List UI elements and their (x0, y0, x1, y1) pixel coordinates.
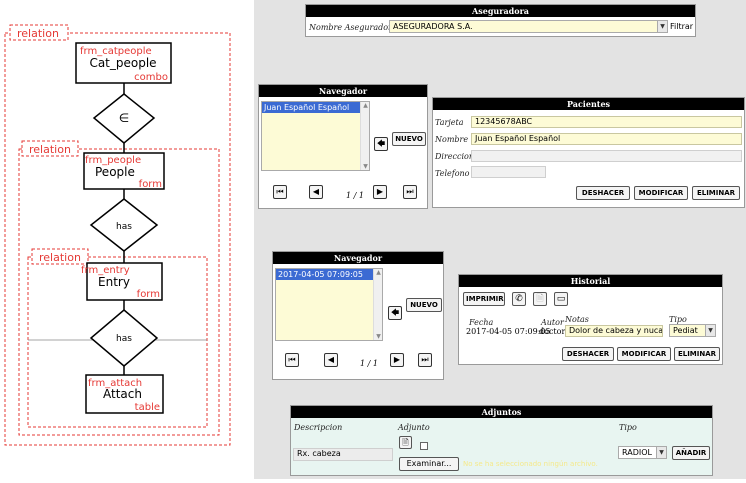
list-scrollbar[interactable]: ▲ ▼ (373, 269, 382, 340)
list-item[interactable]: 2017-04-05 07:09:05 (276, 269, 382, 280)
prev-page-button[interactable]: ◀ (309, 185, 323, 199)
modificar-button[interactable]: MODIFICAR (617, 347, 671, 361)
navegador-list-1[interactable]: Juan Español Español ▲ ▼ (261, 101, 370, 171)
select-arrow-button[interactable]: 🡄 (374, 137, 388, 151)
entity-kind-people: form (139, 179, 162, 190)
nombre-field[interactable]: Juan Español Español (471, 133, 742, 145)
relation-label-2: relation (29, 143, 71, 156)
anadir-button[interactable]: AÑADIR (672, 446, 710, 460)
entity-kind-entry: form (137, 289, 160, 300)
next-page-button[interactable]: ▶ (373, 185, 387, 199)
tipo-select[interactable]: Pediat ▼ (669, 324, 716, 337)
first-page-button[interactable]: ⏮ (285, 353, 299, 367)
autor-header: Autor (541, 318, 564, 327)
navegador-title-2: Navegador (273, 252, 443, 264)
select-arrow-button[interactable]: 🡄 (388, 306, 402, 320)
last-page-button[interactable]: ⏭ (403, 185, 417, 199)
aseguradora-label: Nombre Aseguradora (309, 23, 397, 32)
adjunto-header: Adjunto (398, 423, 430, 432)
nuevo-button-1[interactable]: NUEVO (392, 132, 426, 146)
tarjeta-field[interactable]: 12345678ABC (471, 116, 742, 128)
pager-text-2: 1 / 1 (360, 359, 378, 368)
phone-icon[interactable]: ✆ (512, 292, 526, 306)
tipo-header: Tipo (669, 315, 687, 324)
modificar-button[interactable]: MODIFICAR (634, 186, 688, 200)
entity-name-entry: Entry (98, 275, 130, 289)
pacientes-panel: Pacientes Tarjeta 12345678ABC Nombre Jua… (432, 97, 745, 208)
document-icon[interactable]: 🗎 (399, 436, 412, 449)
document-icon[interactable]: 🗎 (533, 292, 547, 306)
fecha-header: Fecha (469, 318, 494, 327)
eliminar-button[interactable]: ELIMINAR (674, 347, 720, 361)
adjunto-tipo-value: RADIOL (622, 448, 652, 457)
deshacer-button[interactable]: DESHACER (562, 347, 614, 361)
scroll-up-icon[interactable]: ▲ (361, 102, 369, 109)
chevron-down-icon: ▼ (657, 21, 667, 32)
scroll-up-icon[interactable]: ▲ (374, 269, 382, 276)
aseguradora-select[interactable]: ASEGURADORA S.A. ▼ (389, 20, 668, 33)
chevron-down-icon: ▼ (705, 325, 715, 336)
scroll-down-icon[interactable]: ▼ (361, 163, 369, 170)
nombre-label: Nombre (435, 135, 469, 144)
direccion-label: Direccion (435, 152, 475, 161)
no-file-label: No se ha seleccionado ningún archivo. (463, 460, 598, 468)
entity-name-cat-people: Cat_people (89, 56, 156, 70)
entity-name-attach: Attach (103, 387, 142, 401)
tipo-header: Tipo (619, 423, 637, 432)
list-item[interactable]: Juan Español Español (262, 102, 369, 113)
aseguradora-panel: Aseguradora Nombre Aseguradora ASEGURADO… (305, 4, 696, 37)
navegador-panel-1: Navegador Juan Español Español ▲ ▼ 🡄 NUEV… (258, 84, 428, 209)
app-workspace: Aseguradora Nombre Aseguradora ASEGURADO… (254, 0, 746, 479)
telefono-field[interactable] (471, 166, 546, 178)
deshacer-button[interactable]: DESHACER (576, 186, 630, 200)
tipo-select-value: Pediat (673, 326, 698, 335)
historial-title: Historial (459, 275, 722, 287)
imprimir-button[interactable]: IMPRIMIR (463, 292, 505, 306)
navegador-panel-2: Navegador 2017-04-05 07:09:05 ▲ ▼ 🡄 NUEVO… (272, 251, 444, 380)
aseguradora-select-value: ASEGURADORA S.A. (393, 22, 473, 31)
next-page-button[interactable]: ▶ (390, 353, 404, 367)
relation-label-3: relation (39, 251, 81, 264)
eliminar-button[interactable]: ELIMINAR (692, 186, 740, 200)
first-page-button[interactable]: ⏮ (273, 185, 287, 199)
scroll-down-icon[interactable]: ▼ (374, 333, 382, 340)
direccion-field[interactable] (471, 150, 742, 162)
entity-kind-attach: table (135, 402, 160, 413)
er-diagram: relation relation relation frm_catpeople… (0, 0, 254, 479)
pager-text-1: 1 / 1 (346, 191, 364, 200)
diamond-label-has-1: has (116, 222, 132, 232)
telefono-label: Telefono (435, 169, 470, 178)
window-icon[interactable]: ▭ (554, 292, 568, 306)
nuevo-button-2[interactable]: NUEVO (406, 298, 442, 312)
entity-kind-cat-people: combo (134, 72, 168, 83)
adjuntos-title: Adjuntos (291, 406, 712, 418)
notas-field[interactable]: Dolor de cabeza y nuca (565, 325, 663, 337)
historial-panel: Historial IMPRIMIR ✆ 🗎 ▭ Fecha Autor Not… (458, 274, 723, 365)
adjunto-tipo-select[interactable]: RADIOL ▼ (618, 446, 667, 459)
chevron-down-icon: ▼ (656, 447, 666, 458)
aseguradora-title: Aseguradora (306, 5, 695, 17)
prev-page-button[interactable]: ◀ (324, 353, 338, 367)
diamond-label-has-2: has (116, 334, 132, 344)
fecha-value: 2017-04-05 07:09:05 (466, 327, 551, 336)
er-diagram-canvas: relation relation relation frm_catpeople… (4, 24, 231, 446)
last-page-button[interactable]: ⏭ (418, 353, 432, 367)
tarjeta-label: Tarjeta (435, 118, 464, 127)
filter-label[interactable]: Filtrar (670, 22, 693, 31)
autor-value: doctor (539, 327, 566, 336)
diamond-label-member-of: ∈ (119, 111, 129, 125)
descripcion-header: Descripcion (294, 423, 343, 432)
notas-header: Notas (565, 315, 589, 324)
pacientes-title: Pacientes (433, 98, 744, 110)
examinar-button[interactable]: Examinar... (399, 457, 459, 471)
navegador-title-1: Navegador (259, 85, 427, 97)
relation-label-1: relation (17, 27, 59, 40)
entity-name-people: People (95, 165, 135, 179)
list-scrollbar[interactable]: ▲ ▼ (360, 102, 369, 170)
adjuntos-panel: Adjuntos Descripcion Adjunto Tipo Rx. ca… (290, 405, 713, 476)
navegador-list-2[interactable]: 2017-04-05 07:09:05 ▲ ▼ (275, 268, 383, 341)
delete-checkbox[interactable] (420, 442, 428, 450)
descripcion-field[interactable]: Rx. cabeza (293, 448, 393, 461)
